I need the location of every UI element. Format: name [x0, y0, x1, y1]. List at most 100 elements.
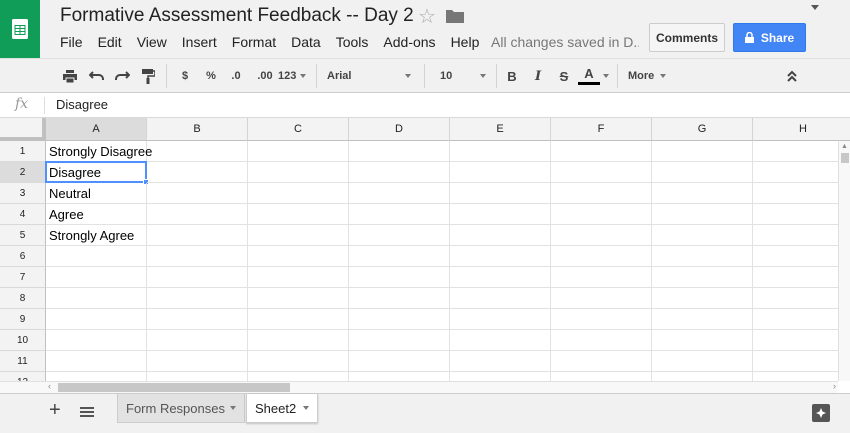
cell-d2[interactable]	[349, 162, 450, 183]
cell-a2[interactable]: Disagree	[46, 162, 147, 183]
cell-e3[interactable]	[450, 183, 551, 204]
currency-format-button[interactable]: $	[175, 65, 195, 87]
folder-icon[interactable]	[446, 9, 464, 23]
cell-g6[interactable]	[652, 246, 753, 267]
cell-h1[interactable]	[753, 141, 838, 162]
cell-h5[interactable]	[753, 225, 838, 246]
cell-d9[interactable]	[349, 309, 450, 330]
column-header-c[interactable]: C	[248, 118, 349, 141]
cell-a6[interactable]	[46, 246, 147, 267]
cell-f12[interactable]	[551, 372, 652, 381]
cell-f8[interactable]	[551, 288, 652, 309]
cell-c3[interactable]	[248, 183, 349, 204]
cell-a3[interactable]: Neutral	[46, 183, 147, 204]
menu-help[interactable]: Help	[451, 34, 480, 50]
comments-button[interactable]: Comments	[649, 23, 725, 52]
collapse-toolbar-icon[interactable]	[782, 65, 802, 87]
cell-g4[interactable]	[652, 204, 753, 225]
sheets-logo[interactable]	[0, 0, 40, 58]
cell-f2[interactable]	[551, 162, 652, 183]
row-header-8[interactable]: 8	[0, 288, 46, 309]
cell-f7[interactable]	[551, 267, 652, 288]
cell-e12[interactable]	[450, 372, 551, 381]
cell-f6[interactable]	[551, 246, 652, 267]
cell-b7[interactable]	[147, 267, 248, 288]
italic-button[interactable]: I	[528, 65, 548, 87]
menu-edit[interactable]: Edit	[98, 34, 122, 50]
cell-a8[interactable]	[46, 288, 147, 309]
cell-a10[interactable]	[46, 330, 147, 351]
scroll-up-icon[interactable]: ▲	[841, 143, 848, 150]
menu-data[interactable]: Data	[291, 34, 321, 50]
cell-h3[interactable]	[753, 183, 838, 204]
cell-g11[interactable]	[652, 351, 753, 372]
row-header-4[interactable]: 4	[0, 204, 46, 225]
cell-d10[interactable]	[349, 330, 450, 351]
more-dropdown[interactable]: More	[628, 65, 667, 87]
menu-tools[interactable]: Tools	[336, 34, 369, 50]
share-button[interactable]: Share	[733, 23, 806, 52]
decrease-decimals-button[interactable]: .0	[225, 65, 247, 87]
cell-d7[interactable]	[349, 267, 450, 288]
cell-g12[interactable]	[652, 372, 753, 381]
formula-input[interactable]: Disagree	[56, 97, 108, 112]
cell-b10[interactable]	[147, 330, 248, 351]
column-header-b[interactable]: B	[147, 118, 248, 141]
cell-b8[interactable]	[147, 288, 248, 309]
vertical-scroll-thumb[interactable]	[841, 153, 849, 163]
row-header-12[interactable]: 12	[0, 372, 46, 381]
increase-decimals-button[interactable]: .00	[252, 65, 278, 87]
cell-h6[interactable]	[753, 246, 838, 267]
cell-f10[interactable]	[551, 330, 652, 351]
cell-a7[interactable]	[46, 267, 147, 288]
cell-h8[interactable]	[753, 288, 838, 309]
cell-h10[interactable]	[753, 330, 838, 351]
column-header-d[interactable]: D	[349, 118, 450, 141]
cell-c11[interactable]	[248, 351, 349, 372]
column-header-h[interactable]: H	[753, 118, 838, 141]
cell-c4[interactable]	[248, 204, 349, 225]
cell-e9[interactable]	[450, 309, 551, 330]
select-all-corner[interactable]	[0, 118, 46, 141]
cell-h2[interactable]	[753, 162, 838, 183]
cell-e1[interactable]	[450, 141, 551, 162]
menu-format[interactable]: Format	[232, 34, 276, 50]
column-header-e[interactable]: E	[450, 118, 551, 141]
cell-h11[interactable]	[753, 351, 838, 372]
cell-d8[interactable]	[349, 288, 450, 309]
cell-a9[interactable]	[46, 309, 147, 330]
cell-a4[interactable]: Agree	[46, 204, 147, 225]
bold-button[interactable]: B	[502, 65, 522, 87]
cell-h4[interactable]	[753, 204, 838, 225]
cell-h9[interactable]	[753, 309, 838, 330]
document-title[interactable]: Formative Assessment Feedback -- Day 2	[60, 5, 414, 27]
cell-f5[interactable]	[551, 225, 652, 246]
row-header-2[interactable]: 2	[0, 162, 46, 183]
row-header-7[interactable]: 7	[0, 267, 46, 288]
strikethrough-button[interactable]: S	[554, 65, 574, 87]
cell-d1[interactable]	[349, 141, 450, 162]
cell-g2[interactable]	[652, 162, 753, 183]
cell-f1[interactable]	[551, 141, 652, 162]
cell-g5[interactable]	[652, 225, 753, 246]
column-header-a[interactable]: A	[46, 118, 147, 141]
explore-icon[interactable]	[812, 404, 830, 422]
cell-c2[interactable]	[248, 162, 349, 183]
cell-e4[interactable]	[450, 204, 551, 225]
save-status[interactable]: All changes saved in D...	[491, 34, 639, 50]
cell-b2[interactable]	[147, 162, 248, 183]
horizontal-scroll-thumb[interactable]	[58, 383, 290, 392]
cell-c8[interactable]	[248, 288, 349, 309]
row-header-10[interactable]: 10	[0, 330, 46, 351]
all-sheets-list-icon[interactable]	[80, 407, 94, 418]
row-header-1[interactable]: 1	[0, 141, 46, 162]
redo-icon[interactable]	[112, 65, 132, 87]
cell-g8[interactable]	[652, 288, 753, 309]
cell-c9[interactable]	[248, 309, 349, 330]
add-sheet-button[interactable]: +	[49, 399, 61, 422]
cell-d4[interactable]	[349, 204, 450, 225]
cell-a11[interactable]	[46, 351, 147, 372]
cell-e2[interactable]	[450, 162, 551, 183]
cell-f3[interactable]	[551, 183, 652, 204]
cell-d5[interactable]	[349, 225, 450, 246]
